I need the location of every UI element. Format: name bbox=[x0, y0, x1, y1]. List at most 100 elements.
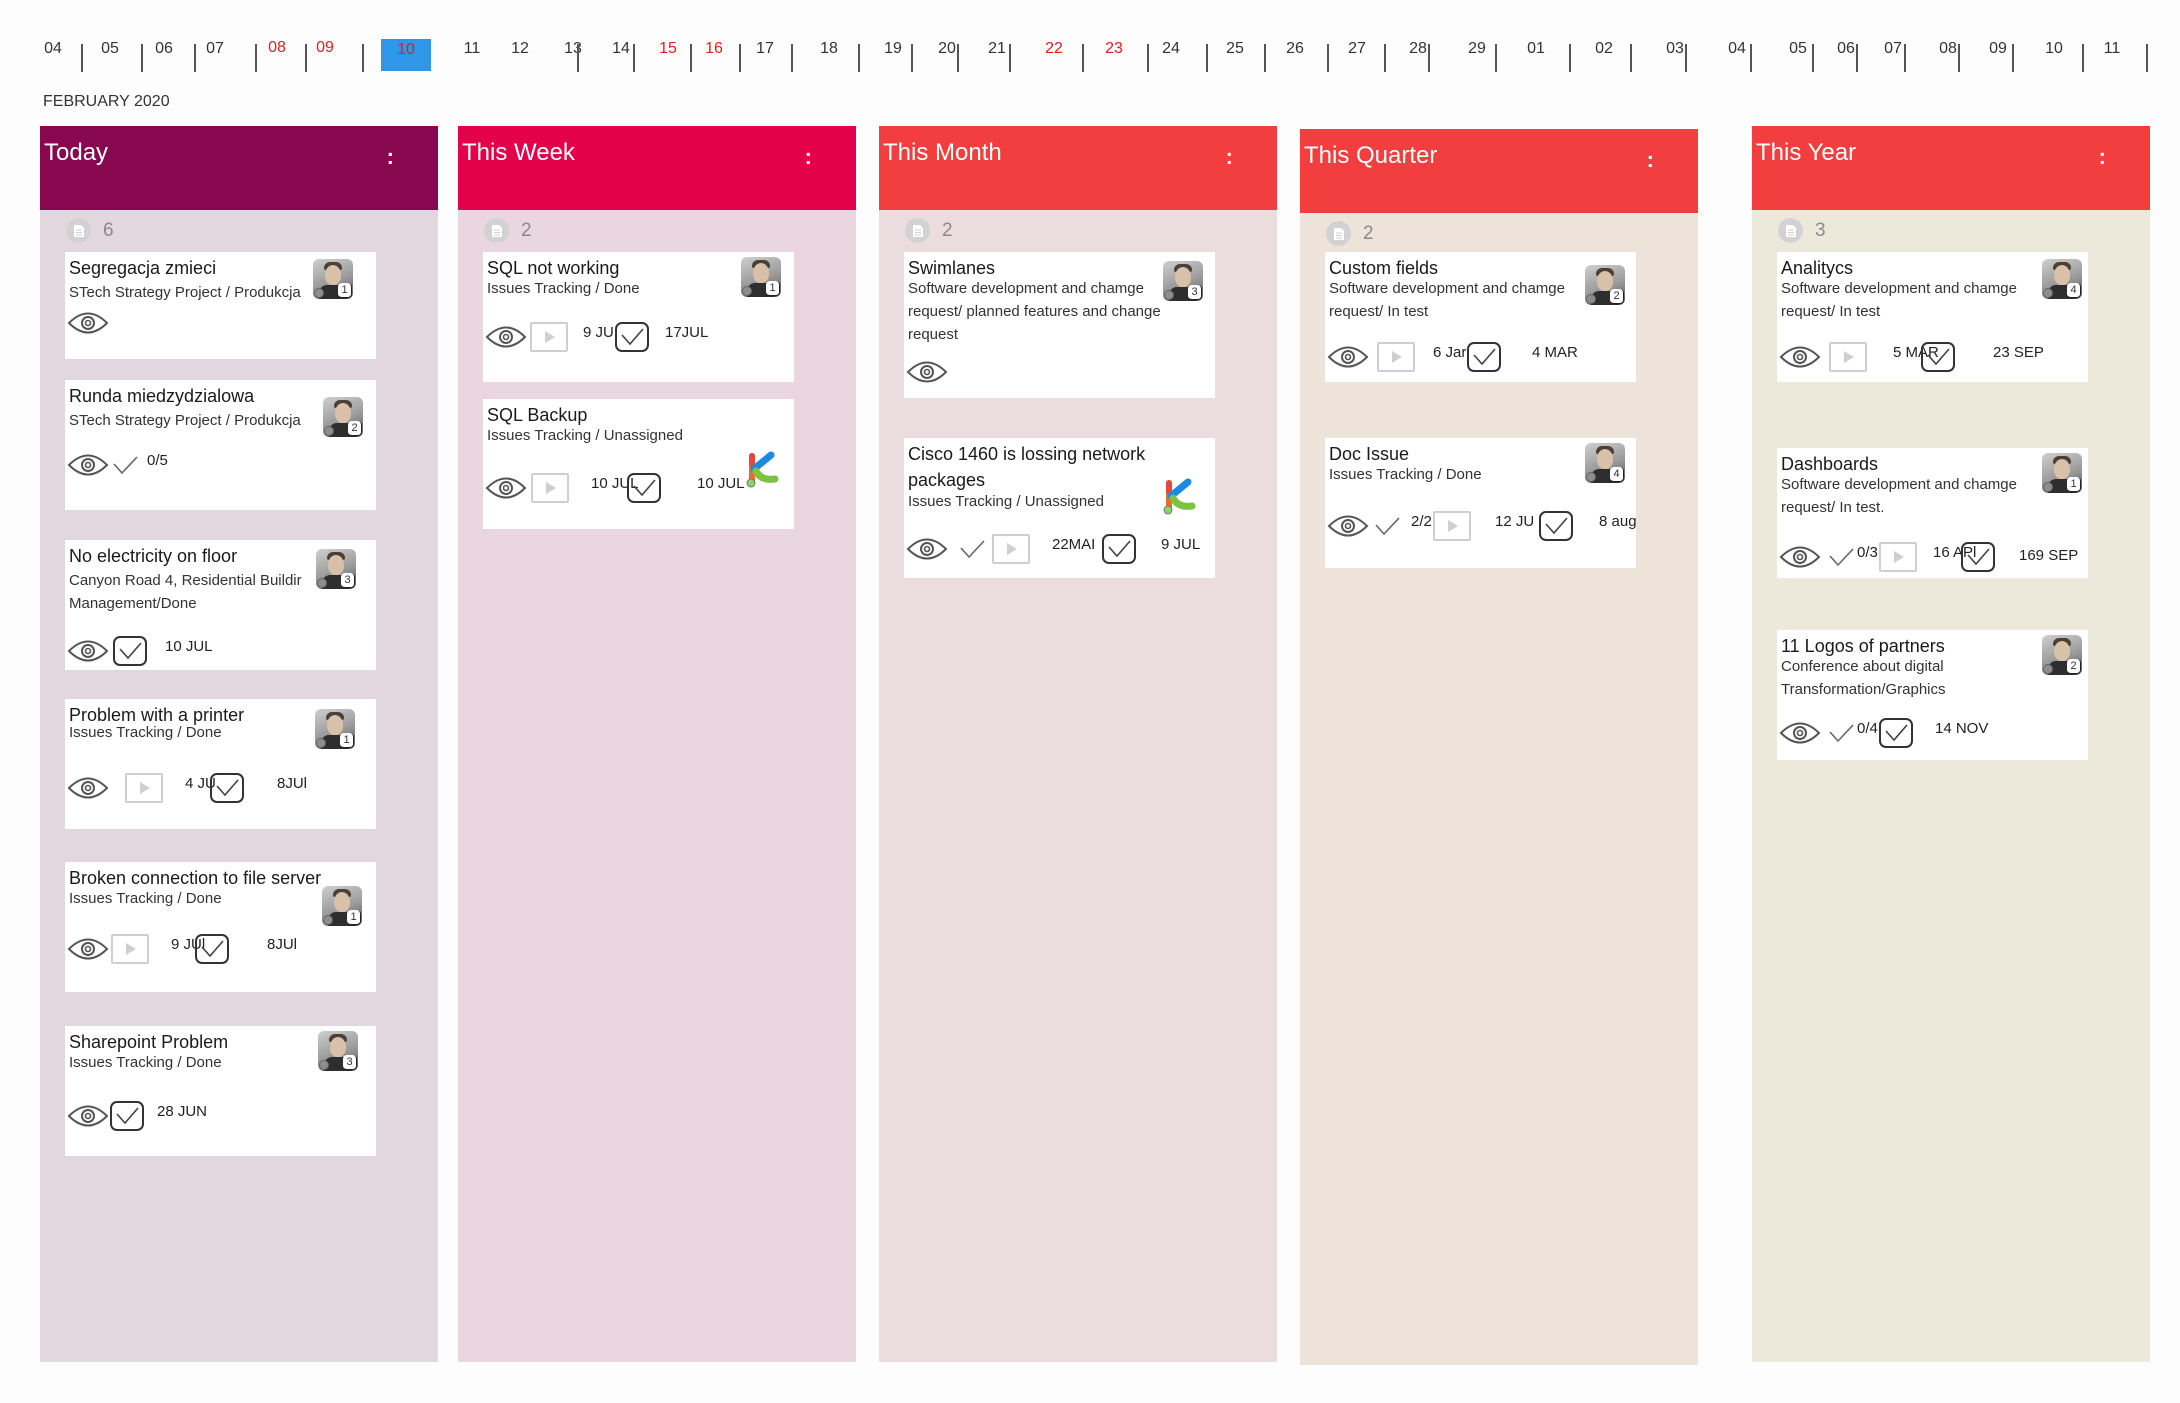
timeline-day[interactable]: 02 bbox=[1595, 40, 1613, 58]
timeline-day[interactable]: 27 bbox=[1348, 40, 1366, 58]
task-card[interactable]: Cisco 1460 is lossing network packages I… bbox=[904, 438, 1215, 578]
timeline-day[interactable]: 13 bbox=[564, 40, 582, 58]
task-card[interactable]: Custom fields Software development and c… bbox=[1325, 252, 1636, 382]
assignee-avatar[interactable]: 2 bbox=[323, 397, 363, 437]
task-card[interactable]: Sharepoint Problem Issues Tracking / Don… bbox=[65, 1026, 376, 1156]
due-date-check-icon[interactable] bbox=[210, 773, 244, 803]
assignee-avatar[interactable]: 1 bbox=[741, 257, 781, 297]
vertical-dots-icon[interactable]: : bbox=[805, 144, 812, 170]
timeline-day[interactable]: 19 bbox=[884, 40, 902, 58]
eye-icon[interactable] bbox=[1779, 544, 1821, 570]
start-date-play-icon[interactable] bbox=[531, 473, 569, 503]
task-card[interactable]: Doc Issue Issues Tracking / Done 4 2/2 12… bbox=[1325, 438, 1637, 568]
start-date-play-icon[interactable] bbox=[125, 773, 163, 803]
assignee-avatar[interactable]: 1 bbox=[2042, 453, 2082, 493]
timeline-day[interactable]: 10 bbox=[2045, 40, 2063, 58]
start-date-play-icon[interactable] bbox=[530, 322, 568, 352]
checklist-icon[interactable] bbox=[958, 538, 986, 560]
assignee-avatar[interactable]: 2 bbox=[1585, 265, 1625, 305]
vertical-dots-icon[interactable]: : bbox=[387, 144, 394, 170]
timeline-day[interactable]: 26 bbox=[1286, 40, 1304, 58]
eye-icon[interactable] bbox=[906, 536, 948, 562]
timeline-day[interactable]: 11 bbox=[2104, 40, 2121, 58]
timeline-day[interactable]: 17 bbox=[756, 40, 774, 58]
eye-icon[interactable] bbox=[485, 475, 527, 501]
vertical-dots-icon[interactable]: : bbox=[1226, 144, 1233, 170]
timeline-day[interactable]: 24 bbox=[1162, 40, 1180, 58]
timeline-day[interactable]: 08 bbox=[1939, 40, 1957, 58]
timeline-day[interactable]: 09 bbox=[1989, 40, 2007, 58]
card-title[interactable]: Segregacja zmieci bbox=[69, 255, 329, 281]
card-title[interactable]: Runda miedzydzialowa bbox=[69, 383, 329, 409]
eye-icon[interactable] bbox=[67, 310, 109, 336]
timeline-day[interactable]: 28 bbox=[1409, 40, 1427, 58]
timeline-day[interactable]: 08 bbox=[268, 39, 286, 57]
eye-icon[interactable] bbox=[485, 324, 527, 350]
card-title[interactable]: Cisco 1460 is lossing network packages bbox=[908, 441, 1168, 493]
eye-icon[interactable] bbox=[67, 775, 109, 801]
assignee-avatar[interactable]: 3 bbox=[1163, 261, 1203, 301]
task-card[interactable]: Broken connection to file server Issues … bbox=[65, 862, 376, 992]
eye-icon[interactable] bbox=[906, 359, 948, 385]
unassigned-logo-icon[interactable] bbox=[1162, 476, 1198, 516]
due-date-check-icon[interactable] bbox=[615, 322, 649, 352]
assignee-avatar[interactable]: 3 bbox=[316, 549, 356, 589]
timeline-day[interactable]: 06 bbox=[155, 40, 173, 58]
eye-icon[interactable] bbox=[67, 638, 109, 664]
checklist-icon[interactable] bbox=[1827, 722, 1855, 744]
timeline-day[interactable]: 03 bbox=[1666, 40, 1684, 58]
task-card[interactable]: Dashboards Software development and cham… bbox=[1777, 448, 2088, 578]
due-date-check-icon[interactable] bbox=[627, 473, 661, 503]
timeline-day[interactable]: 25 bbox=[1226, 40, 1244, 58]
task-card[interactable]: Analitycs Software development and chamg… bbox=[1777, 252, 2088, 382]
timeline-day[interactable]: 07 bbox=[206, 40, 224, 58]
checklist-icon[interactable] bbox=[111, 454, 139, 476]
assignee-avatar[interactable]: 1 bbox=[315, 709, 355, 749]
checklist-icon[interactable] bbox=[1373, 515, 1401, 537]
timeline-day[interactable]: 05 bbox=[1789, 40, 1807, 58]
due-date-check-icon[interactable] bbox=[1921, 342, 1955, 372]
eye-icon[interactable] bbox=[1327, 513, 1369, 539]
task-card[interactable]: Runda miedzydzialowa STech Strategy Proj… bbox=[65, 380, 376, 510]
timeline-day[interactable]: 04 bbox=[1728, 40, 1746, 58]
task-card[interactable]: 11 Logos of partners Conference about di… bbox=[1777, 630, 2088, 760]
eye-icon[interactable] bbox=[1779, 344, 1821, 370]
eye-icon[interactable] bbox=[1327, 344, 1369, 370]
timeline-day[interactable]: 22 bbox=[1045, 40, 1063, 58]
start-date-play-icon[interactable] bbox=[1377, 342, 1415, 372]
checklist-icon[interactable] bbox=[1827, 546, 1855, 568]
task-card[interactable]: No electricity on floor Canyon Road 4, R… bbox=[65, 540, 376, 670]
due-date-check-icon[interactable] bbox=[1102, 534, 1136, 564]
start-date-play-icon[interactable] bbox=[1879, 542, 1917, 572]
start-date-play-icon[interactable] bbox=[1433, 511, 1471, 541]
start-date-play-icon[interactable] bbox=[111, 934, 149, 964]
timeline-day[interactable]: 11 bbox=[464, 40, 481, 58]
task-card[interactable]: SQL not working Issues Tracking / Done 1… bbox=[483, 252, 794, 382]
due-date-check-icon[interactable] bbox=[110, 1101, 144, 1131]
timeline-day[interactable]: 07 bbox=[1884, 40, 1902, 58]
vertical-dots-icon[interactable]: : bbox=[2099, 144, 2106, 170]
timeline-day[interactable]: 29 bbox=[1468, 40, 1486, 58]
task-card[interactable]: Swimlanes Software development and chamg… bbox=[904, 252, 1215, 398]
due-date-check-icon[interactable] bbox=[195, 934, 229, 964]
vertical-dots-icon[interactable]: : bbox=[1647, 147, 1654, 173]
timeline-day[interactable]: 12 bbox=[511, 40, 529, 58]
task-card[interactable]: SQL Backup Issues Tracking / Unassigned … bbox=[483, 399, 794, 529]
timeline-day[interactable]: 21 bbox=[988, 40, 1006, 58]
start-date-play-icon[interactable] bbox=[1829, 342, 1867, 372]
start-date-play-icon[interactable] bbox=[992, 534, 1030, 564]
assignee-avatar[interactable]: 3 bbox=[318, 1031, 358, 1071]
timeline-day[interactable]: 15 bbox=[659, 40, 677, 58]
due-date-check-icon[interactable] bbox=[1467, 342, 1501, 372]
assignee-avatar[interactable]: 4 bbox=[1585, 443, 1625, 483]
timeline-day[interactable]: 18 bbox=[820, 40, 838, 58]
timeline-day[interactable]: 16 bbox=[705, 40, 723, 58]
task-card[interactable]: Problem with a printer Issues Tracking /… bbox=[65, 699, 376, 829]
due-date-check-icon[interactable] bbox=[1879, 718, 1913, 748]
assignee-avatar[interactable]: 2 bbox=[2042, 635, 2082, 675]
eye-icon[interactable] bbox=[67, 452, 109, 478]
due-date-check-icon[interactable] bbox=[1961, 542, 1995, 572]
eye-icon[interactable] bbox=[67, 936, 109, 962]
eye-icon[interactable] bbox=[1779, 720, 1821, 746]
timeline-day[interactable]: 20 bbox=[938, 40, 956, 58]
